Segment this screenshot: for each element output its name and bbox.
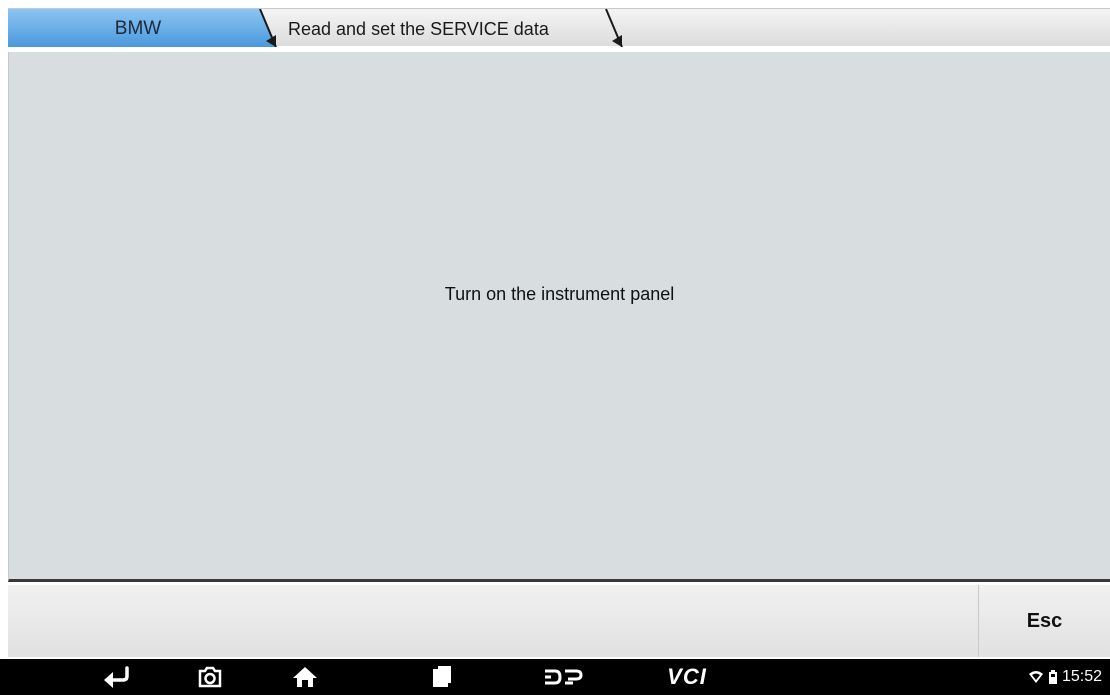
vci-button[interactable]: VCI bbox=[652, 659, 722, 695]
wifi-icon bbox=[1028, 671, 1043, 683]
breadcrumb-item-service-data[interactable]: Read and set the SERVICE data bbox=[288, 9, 549, 47]
screenshot-icon[interactable] bbox=[182, 659, 238, 695]
button-bar: Esc bbox=[8, 585, 1110, 657]
system-nav-bar: VCI 15:52 bbox=[0, 659, 1110, 695]
status-area: 15:52 bbox=[1028, 659, 1102, 695]
breadcrumb: BMW Read and set the SERVICE data bbox=[8, 8, 1110, 47]
dp-icon[interactable] bbox=[535, 659, 591, 695]
instruction-message: Turn on the instrument panel bbox=[444, 284, 675, 304]
recent-apps-icon[interactable] bbox=[414, 659, 470, 695]
home-icon[interactable] bbox=[277, 659, 333, 695]
esc-button[interactable]: Esc bbox=[978, 585, 1110, 657]
content-panel: Turn on the instrument panel bbox=[8, 52, 1110, 582]
battery-icon bbox=[1048, 670, 1057, 684]
vci-label: VCI bbox=[667, 664, 707, 689]
status-time: 15:52 bbox=[1061, 668, 1102, 685]
back-icon[interactable] bbox=[88, 659, 144, 695]
breadcrumb-item-bmw[interactable]: BMW bbox=[8, 9, 268, 47]
diagnostic-screen: BMW Read and set the SERVICE data Turn o… bbox=[0, 0, 1110, 695]
